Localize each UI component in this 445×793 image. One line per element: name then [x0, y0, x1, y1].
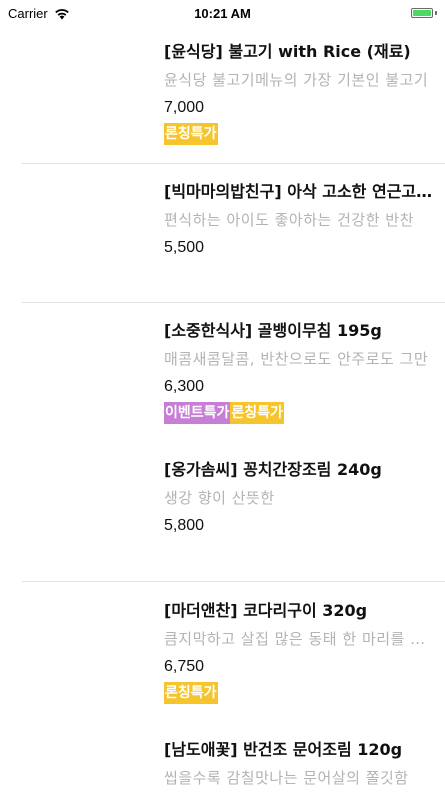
battery-fill — [413, 10, 431, 16]
status-bar: Carrier 10:21 AM — [0, 0, 445, 30]
product-item[interactable]: [빅마마의밥친구] 아삭 고소한 연근고기조림 편식하는 아이도 좋아하는 건강… — [164, 181, 434, 259]
divider — [22, 163, 445, 164]
divider — [22, 302, 445, 303]
product-description: 씹을수록 감칠맛나는 문어살의 쫄깃함 — [164, 769, 409, 787]
launch-badge: 론칭특가 — [164, 123, 218, 145]
product-price: 5,500 — [164, 239, 205, 256]
product-price: 6,750 — [164, 658, 205, 675]
divider — [22, 581, 445, 582]
product-name: [빅마마의밥친구] 아삭 고소한 연근고기조림 — [164, 182, 434, 201]
product-description: 편식하는 아이도 좋아하는 건강한 반찬 — [164, 211, 414, 229]
product-description: 윤식당 불고기메뉴의 가장 기본인 불고기 — [164, 71, 429, 89]
badge-row: 이벤트특가 론칭특가 — [164, 402, 434, 424]
launch-badge: 론칭특가 — [230, 402, 284, 424]
badge-row: 론칭특가 — [164, 682, 434, 704]
battery-icon — [411, 8, 433, 18]
product-description: 생강 향이 산뜻한 — [164, 489, 275, 507]
product-price: 5,800 — [164, 517, 205, 534]
product-item[interactable]: [남도애꽃] 반건조 문어조림 120g 씹을수록 감칠맛나는 문어살의 쫄깃함 — [164, 739, 434, 789]
product-name: [마더앤찬] 코다리구이 320g — [164, 601, 368, 620]
product-price: 7,000 — [164, 99, 205, 116]
product-name: [소중한식사] 골뱅이무침 195g — [164, 321, 382, 340]
status-time: 10:21 AM — [194, 6, 251, 21]
product-price: 6,300 — [164, 378, 205, 395]
product-item[interactable]: [옹가솜씨] 꽁치간장조림 240g 생강 향이 산뜻한 5,800 — [164, 459, 434, 537]
product-name: [옹가솜씨] 꽁치간장조림 240g — [164, 460, 382, 479]
badge-row: 론칭특가 — [164, 123, 434, 145]
product-name: [남도애꽃] 반건조 문어조림 120g — [164, 740, 403, 759]
product-description: 큼지막하고 살집 많은 동태 한 마리를 통째로 — [164, 630, 434, 648]
product-item[interactable]: [윤식당] 불고기 with Rice (재료) 윤식당 불고기메뉴의 가장 기… — [164, 41, 434, 145]
product-item[interactable]: [소중한식사] 골뱅이무침 195g 매콤새콤달콤, 반찬으로도 안주로도 그만… — [164, 320, 434, 424]
event-badge: 이벤트특가 — [164, 402, 231, 424]
product-description: 매콤새콤달콤, 반찬으로도 안주로도 그만 — [164, 350, 429, 368]
product-name: [윤식당] 불고기 with Rice (재료) — [164, 42, 411, 61]
product-item[interactable]: [마더앤찬] 코다리구이 320g 큼지막하고 살집 많은 동태 한 마리를 통… — [164, 600, 434, 704]
battery-cap — [435, 11, 437, 15]
launch-badge: 론칭특가 — [164, 682, 218, 704]
